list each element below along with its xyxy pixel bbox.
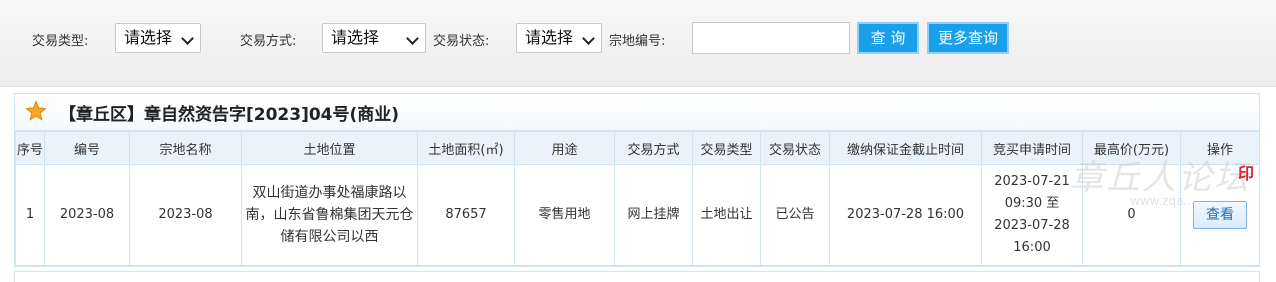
more-search-button[interactable]: 更多查询 (927, 22, 1009, 54)
trade-status-label: 交易状态: (433, 34, 490, 49)
col-code: 编号 (44, 131, 130, 165)
view-button[interactable]: 查看 (1193, 201, 1247, 229)
announcement-panel: 【章丘区】章自然资告字[2023]04号(商业) 序号 编号 宗地名称 土地位置… (14, 93, 1260, 267)
cell-deposit-deadline: 2023-07-28 16:00 (829, 164, 982, 266)
table-row: 1 2023-08 2023-08 双山街道办事处福康路以南，山东省鲁棉集团天元… (15, 164, 1260, 266)
search-button[interactable]: 查 询 (857, 22, 919, 54)
seal-icon: 印 (1238, 164, 1255, 183)
col-location: 土地位置 (241, 131, 418, 165)
cell-index: 1 (15, 164, 45, 266)
col-deposit-deadline: 缴纳保证金截止时间 (829, 131, 982, 165)
chevron-down-icon (181, 32, 194, 45)
cell-method: 网上挂牌 (614, 164, 693, 266)
announcement-title: 【章丘区】章自然资告字[2023]04号(商业) (59, 105, 400, 125)
star-icon (25, 100, 47, 121)
trade-type-label: 交易类型: (32, 34, 89, 49)
col-area: 土地面积(㎡) (417, 131, 515, 165)
trade-status-select[interactable]: 请选择 (516, 23, 602, 53)
cell-area: 87657 (417, 164, 515, 266)
cell-name: 2023-08 (129, 164, 242, 266)
cell-location: 双山街道办事处福康路以南，山东省鲁棉集团天元仓储有限公司以西 (241, 164, 418, 266)
parcel-no-label: 宗地编号: (609, 34, 666, 49)
cell-status: 已公告 (760, 164, 830, 266)
cell-highest-price: 0 (1082, 164, 1181, 266)
trade-status-value: 请选择 (525, 28, 574, 47)
table-header-row: 序号 编号 宗地名称 土地位置 土地面积(㎡) 用途 交易方式 交易类型 交易状… (15, 131, 1260, 165)
cell-apply-time: 2023-07-21 09:30 至 2023-07-28 16:00 (981, 164, 1083, 266)
announcement-header: 【章丘区】章自然资告字[2023]04号(商业) (15, 94, 1259, 131)
chevron-down-icon (582, 32, 595, 45)
col-usage: 用途 (514, 131, 615, 165)
trade-type-select[interactable]: 请选择 (115, 23, 201, 53)
col-name: 宗地名称 (129, 131, 242, 165)
next-panel-edge (14, 271, 1260, 282)
cell-usage: 零售用地 (514, 164, 615, 266)
trade-method-value: 请选择 (331, 28, 380, 47)
chevron-down-icon (406, 32, 419, 45)
cell-type: 土地出让 (692, 164, 761, 266)
col-apply-time: 竞买申请时间 (981, 131, 1083, 165)
parcel-no-input[interactable] (692, 22, 850, 54)
col-type: 交易类型 (692, 131, 761, 165)
trade-type-value: 请选择 (124, 28, 173, 47)
filter-bar: 交易类型: 请选择 交易方式: 请选择 交易状态: 请选择 宗地编号: 查 询 … (0, 0, 1276, 87)
col-highest-price: 最高价(万元) (1082, 131, 1181, 165)
col-index: 序号 (15, 131, 45, 165)
trade-method-label: 交易方式: (240, 34, 297, 49)
col-method: 交易方式 (614, 131, 693, 165)
cell-code: 2023-08 (44, 164, 130, 266)
parcel-table: 序号 编号 宗地名称 土地位置 土地面积(㎡) 用途 交易方式 交易类型 交易状… (15, 131, 1260, 266)
col-status: 交易状态 (760, 131, 830, 165)
trade-method-select[interactable]: 请选择 (322, 23, 426, 53)
